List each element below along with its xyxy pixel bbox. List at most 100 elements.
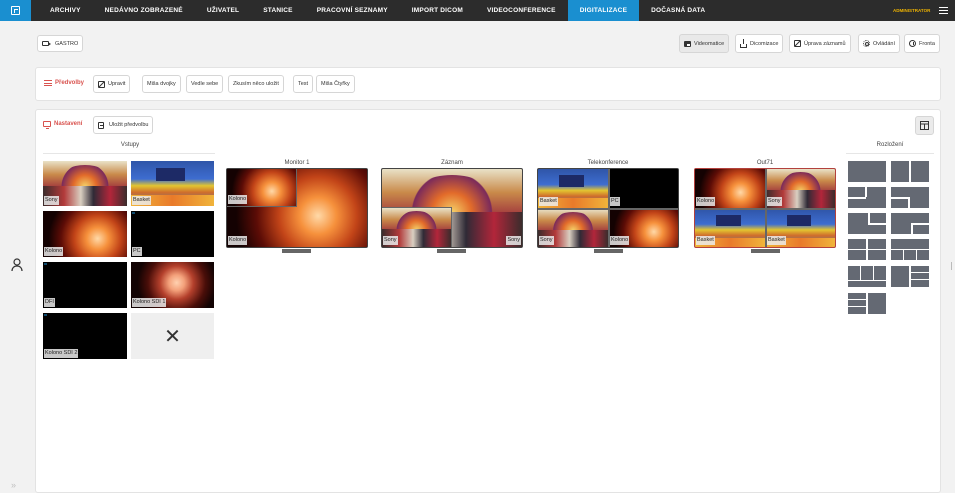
left-sidebar: [0, 21, 31, 493]
camera-icon: [42, 41, 51, 46]
layout-option-two-vertical[interactable]: [891, 161, 929, 182]
layout-cell: [911, 280, 929, 287]
monitor-stand: [751, 249, 780, 253]
input-tile[interactable]: Kolono SDI 2: [43, 313, 127, 359]
preset-button[interactable]: Vedle sebe: [186, 75, 224, 93]
nav-item-worklists[interactable]: PRACOVNÍ SEZNAMY: [305, 0, 400, 21]
layout-cell: [911, 161, 929, 182]
output-slot[interactable]: Basket: [538, 169, 608, 208]
slot-label: Basket: [539, 197, 558, 206]
settings-title: Nastavení: [43, 121, 83, 129]
layout-option-three-columns[interactable]: [848, 266, 886, 287]
layout-cell: [848, 161, 886, 182]
queue-button[interactable]: Fronta: [904, 34, 940, 53]
output-slot[interactable]: Basket: [695, 209, 765, 247]
layout-icon: [920, 121, 929, 130]
layout-cell: [911, 273, 929, 279]
output-slot[interactable]: Sony: [766, 169, 835, 208]
preset-button[interactable]: Miša dvojky: [142, 75, 181, 93]
output-slot[interactable]: Sony: [538, 209, 608, 247]
videomatrix-button[interactable]: Videomatice: [679, 34, 730, 53]
output-monitor[interactable]: Basket PC Sony Kolono: [537, 168, 679, 248]
layout-option-one-plus-three-right[interactable]: [891, 266, 929, 287]
layout-cell: [891, 239, 929, 249]
output-monitor[interactable]: Kolono Kolono: [226, 168, 368, 248]
input-label: Kolono: [44, 247, 64, 256]
menu-icon[interactable]: [939, 7, 948, 14]
nav-item-temp-data[interactable]: DOČASNÁ DATA: [639, 0, 717, 21]
input-tile[interactable]: Sony: [43, 161, 127, 206]
output-slot[interactable]: Sony: [382, 207, 452, 247]
monitor-stand: [437, 249, 466, 253]
layout-option-one-plus-three-left[interactable]: [848, 293, 886, 314]
dicomization-button[interactable]: Dicomizace: [735, 34, 784, 53]
layout-option-quad[interactable]: [848, 239, 886, 260]
input-tile[interactable]: DFI: [43, 262, 127, 308]
preset-button[interactable]: Miša Čtyřky: [316, 75, 355, 93]
control-button[interactable]: Ovládání: [858, 34, 901, 53]
edit-records-label: Úprava záznamů: [804, 40, 846, 47]
layout-option-pip-bottom-right[interactable]: [891, 213, 929, 234]
layout-option-one-plus-three[interactable]: [891, 239, 929, 260]
settings-title-text: Nastavení: [54, 121, 83, 127]
signal-indicator: [44, 263, 47, 265]
save-preset-button[interactable]: Uložit předvolbu: [93, 116, 154, 134]
app-logo-icon[interactable]: [0, 0, 31, 21]
layout-toggle-button[interactable]: [915, 116, 934, 135]
edit-icon: [98, 80, 105, 88]
output-slot[interactable]: Kolono: [227, 169, 297, 207]
presets-edit-button[interactable]: Upravit: [93, 75, 131, 93]
output-slot[interactable]: Basket: [766, 209, 835, 247]
input-tile[interactable]: Basket: [131, 161, 214, 206]
nav-item-digitalization[interactable]: DIGITALIZACE: [567, 0, 640, 21]
tile-image: [786, 214, 811, 227]
input-tile[interactable]: Kolono SDI 1: [131, 262, 214, 308]
layout-cell: [848, 307, 866, 314]
layout-option-single[interactable]: [848, 161, 886, 182]
expand-sidebar-icon[interactable]: »: [11, 480, 16, 490]
nav-item-videoconference[interactable]: VIDEOCONFERENCE: [475, 0, 568, 21]
list-icon: [44, 80, 52, 86]
signal-indicator: [44, 314, 47, 316]
user-name[interactable]: ADMINISTRATOR: [893, 0, 930, 21]
layout-option-pip-top-left[interactable]: [848, 187, 886, 208]
output-slot[interactable]: Kolono: [695, 169, 765, 208]
inputs-title: Vstupy: [120, 142, 140, 148]
top-navigation-bar: ARCHIVY NEDÁVNO ZOBRAZENÉ UŽIVATEL STANI…: [0, 0, 955, 21]
layout-option-pip-bottom-left[interactable]: [891, 187, 929, 208]
output-slot[interactable]: PC: [609, 169, 678, 208]
preset-button[interactable]: Test: [293, 75, 314, 93]
output-monitor[interactable]: Kolono Sony Basket Basket: [694, 168, 836, 248]
source-button[interactable]: GASTRO: [37, 35, 84, 52]
nav-item-user[interactable]: UŽIVATEL: [195, 0, 251, 21]
nav-item-stations[interactable]: STANICE: [251, 0, 304, 21]
monitor-stand: [282, 249, 311, 253]
layout-cell: [911, 266, 929, 272]
layout-option-pip-top-right[interactable]: [848, 213, 886, 234]
nav-item-import-dicom[interactable]: IMPORT DICOM: [400, 0, 475, 21]
nav-item-recent[interactable]: NEDÁVNO ZOBRAZENÉ: [93, 0, 195, 21]
nav-item-archivy[interactable]: ARCHIVY: [38, 0, 93, 21]
gear-icon: [863, 40, 870, 47]
layout-cell: [874, 266, 886, 280]
signal-indicator: [132, 212, 135, 214]
right-resize-handle[interactable]: [951, 262, 953, 270]
input-label: Sony: [44, 196, 59, 205]
output-title: Telekonference: [587, 160, 629, 166]
output-slot[interactable]: Kolono: [609, 209, 678, 247]
preset-button[interactable]: Zkusím něco uložit: [228, 75, 284, 93]
slot-label: Kolono: [228, 195, 248, 204]
layouts-title: Rozložení: [876, 142, 904, 148]
input-tile[interactable]: Kolono: [43, 211, 127, 257]
layout-cell: [891, 250, 903, 260]
monitor-stand: [594, 249, 623, 253]
output-monitor[interactable]: Sony Sony: [381, 168, 523, 248]
layout-cell: [848, 300, 866, 306]
control-label: Ovládání: [873, 40, 896, 47]
inputs-divider: [43, 153, 215, 154]
input-tile[interactable]: PC: [131, 211, 214, 257]
layout-cell: [848, 293, 866, 299]
remove-input-button[interactable]: ✕: [131, 313, 214, 359]
edit-records-button[interactable]: Úprava záznamů: [789, 34, 851, 53]
user-icon[interactable]: [11, 258, 23, 272]
